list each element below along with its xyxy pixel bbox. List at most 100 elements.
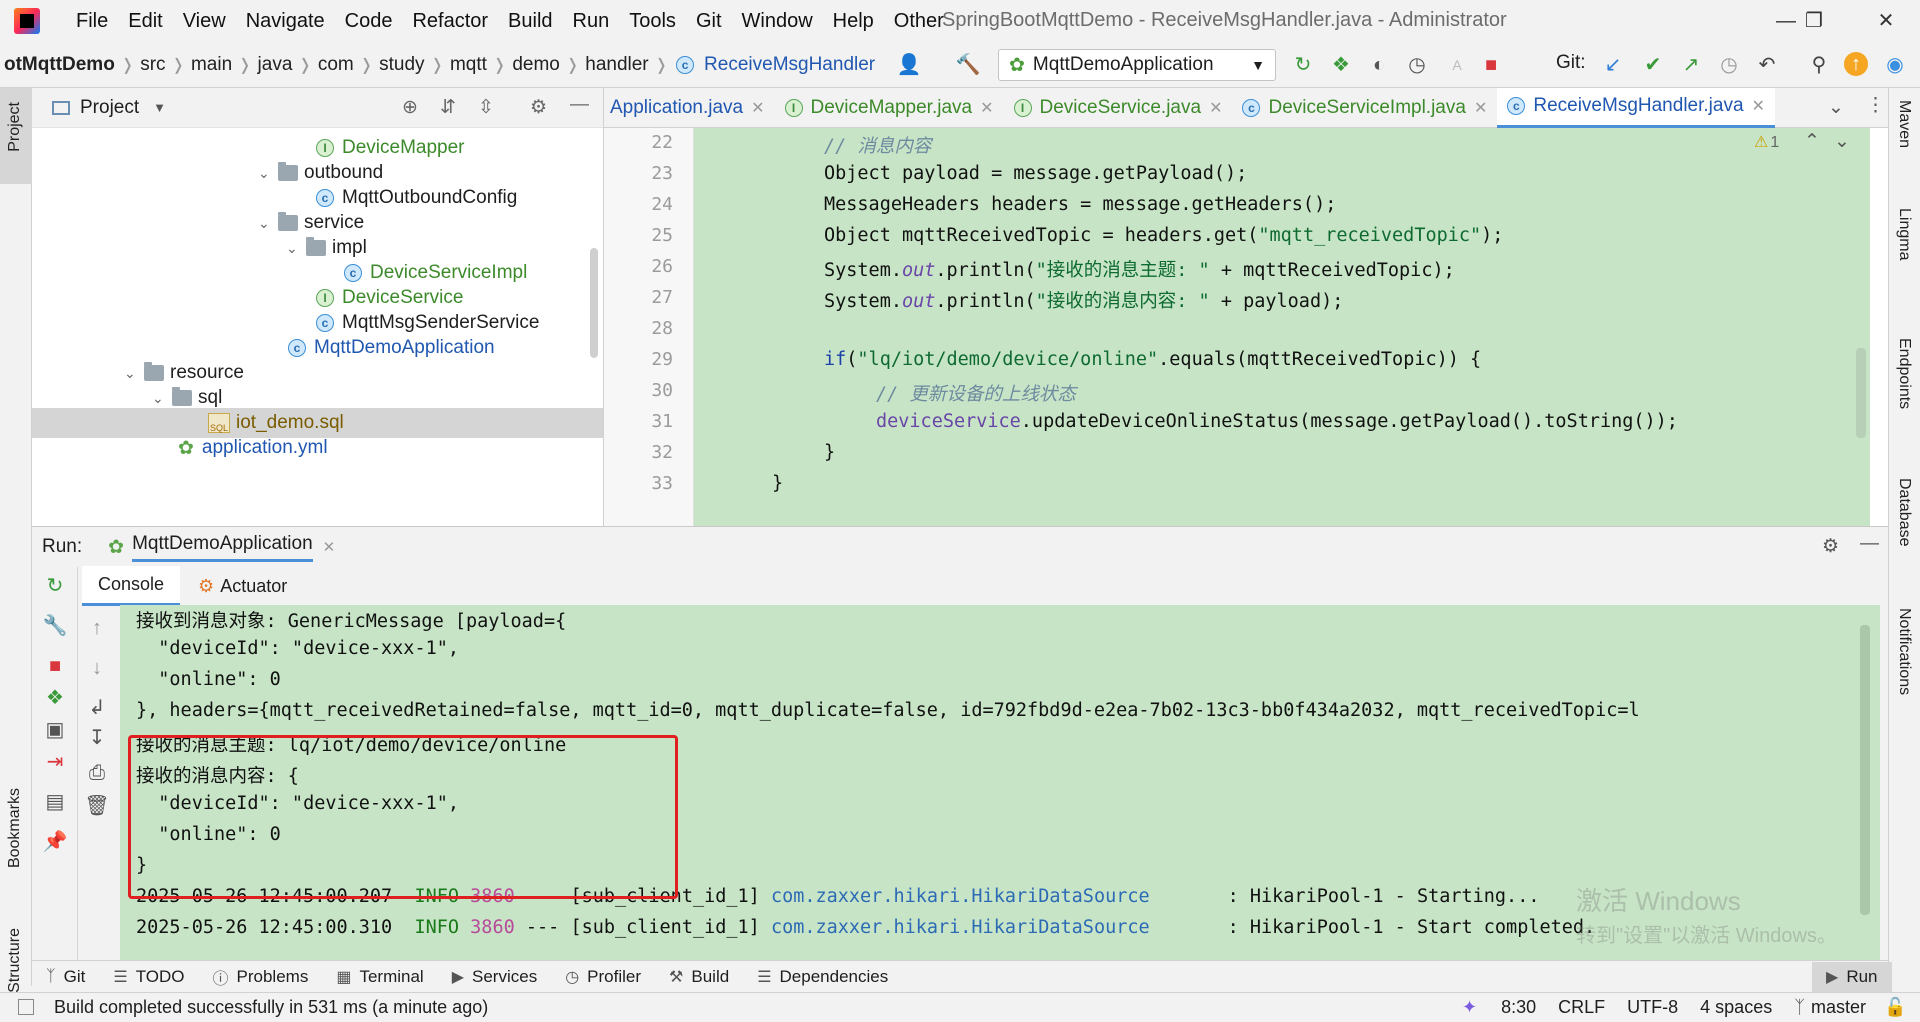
menu-file[interactable]: File [66, 10, 118, 33]
file-encoding[interactable]: UTF-8 [1627, 997, 1678, 1018]
coverage-icon[interactable]: ◐ [1366, 52, 1392, 78]
tab-actuator[interactable]: Actuator [220, 576, 287, 597]
crumb-mqtt[interactable]: mqtt [446, 54, 491, 76]
ai-assistant-icon[interactable]: ✦ [1462, 997, 1477, 1018]
log-class[interactable]: com.zaxxer.hikari.HikariDataSource [771, 886, 1150, 907]
chevron-down-icon[interactable]: ⌄ [152, 390, 172, 407]
chevron-down-icon[interactable]: ⌄ [286, 240, 306, 257]
gear-icon[interactable]: ⚙ [1822, 535, 1839, 558]
layout-icon[interactable]: ▤ [42, 789, 68, 815]
tab-deviceserviceimpl-java[interactable]: c DeviceServiceImpl.java ✕ [1232, 88, 1497, 128]
tool-services[interactable]: ▶ Services [438, 967, 552, 987]
exit-icon[interactable]: ⇥ [42, 749, 68, 775]
git-branch[interactable]: master [1811, 997, 1866, 1018]
warning-icon[interactable]: ⚠ 1 [1754, 132, 1779, 152]
git-rollback-icon[interactable]: ↶ [1754, 52, 1780, 78]
scrollbar[interactable] [1856, 348, 1866, 438]
maven-tool-button[interactable]: Maven [1895, 100, 1913, 148]
hammer-build-icon[interactable]: 🔨 [955, 52, 981, 78]
indent-setting[interactable]: 4 spaces [1700, 997, 1772, 1018]
tab-application-java[interactable]: Application.java ✕ [604, 88, 775, 128]
crumb-handler[interactable]: handler [581, 54, 652, 76]
crumb-receivemsghandler[interactable]: ReceiveMsgHandler [700, 54, 879, 76]
code-area[interactable]: // 消息内容 Object payload = message.getPayl… [694, 128, 1870, 526]
tab-console[interactable]: Console [82, 566, 181, 606]
tab-deviceservice-java[interactable]: I DeviceService.java ✕ [1004, 88, 1233, 128]
git-push-icon[interactable]: ↗ [1678, 52, 1704, 78]
chevron-down-icon[interactable]: ▼ [153, 100, 166, 115]
locate-icon[interactable]: ⊕ [402, 96, 418, 119]
chevron-down-icon[interactable]: ⌄ [258, 165, 278, 182]
tool-terminal[interactable]: ▦ Terminal [322, 967, 437, 987]
crumb-demo[interactable]: demo [508, 54, 564, 76]
chevron-up-icon[interactable]: ⌃ [1804, 130, 1820, 153]
database-tool-button[interactable]: Database [1895, 478, 1913, 547]
menu-navigate[interactable]: Navigate [236, 10, 335, 33]
restore-icon[interactable]: ❐ [1794, 6, 1834, 36]
notifications-tool-button[interactable]: Notifications [1895, 608, 1913, 695]
close-icon[interactable]: ✕ [1209, 98, 1222, 118]
git-commit-icon[interactable]: ✔ [1640, 52, 1666, 78]
endpoints-tool-button[interactable]: Endpoints [1895, 338, 1913, 409]
layout-toggle-icon[interactable] [18, 999, 34, 1015]
tree-item-mqttdemoapplication[interactable]: c MqttDemoApplication [288, 333, 495, 363]
expand-all-icon[interactable]: ⇵ [440, 96, 456, 119]
crumb-java[interactable]: java [254, 54, 297, 76]
rerun-icon[interactable]: ↻ [1290, 52, 1316, 78]
caret-position[interactable]: 8:30 [1501, 997, 1536, 1018]
tree-item-application-yml[interactable]: ✿ application.yml [178, 433, 328, 463]
status-message[interactable]: Build completed successfully in 531 ms (… [54, 997, 488, 1018]
crumb-src[interactable]: src [136, 54, 169, 76]
tool-todo[interactable]: ☰ TODO [99, 967, 198, 987]
crumb-project[interactable]: otMqttDemo [0, 54, 119, 76]
more-options-icon[interactable]: ⋮ [1866, 94, 1885, 117]
trash-icon[interactable]: 🗑 [84, 793, 110, 819]
debug-icon[interactable]: ❖ [42, 685, 68, 711]
arrow-up-icon[interactable]: ↑ [84, 615, 110, 641]
hide-panel-icon[interactable]: — [1860, 533, 1879, 555]
close-icon[interactable]: ✕ [323, 538, 336, 556]
line-separator[interactable]: CRLF [1558, 997, 1605, 1018]
rerun-icon[interactable]: ↻ [42, 573, 68, 599]
menu-git[interactable]: Git [686, 10, 732, 33]
project-tool-button[interactable]: Project [6, 102, 24, 152]
crumb-main[interactable]: main [187, 54, 236, 76]
lock-icon[interactable]: 🔓 [1884, 997, 1906, 1018]
print-icon[interactable]: ⎙ [84, 760, 110, 786]
menu-edit[interactable]: Edit [118, 10, 172, 33]
update-icon[interactable]: ↑ [1844, 52, 1868, 76]
close-icon[interactable]: ✕ [1474, 98, 1487, 118]
user-icon[interactable]: 👤 [896, 52, 922, 78]
translate-icon[interactable]: A [1444, 52, 1470, 78]
menu-build[interactable]: Build [498, 10, 562, 33]
project-panel-title[interactable]: Project [80, 97, 139, 119]
close-window-icon[interactable]: ✕ [1866, 6, 1906, 36]
profiler-run-icon[interactable]: ◷ [1404, 52, 1430, 78]
menu-window[interactable]: Window [732, 10, 823, 33]
tab-receivemsghandler-java[interactable]: c ReceiveMsgHandler.java ✕ [1497, 87, 1775, 128]
chevron-down-icon[interactable]: ⌄ [258, 215, 278, 232]
stop-icon[interactable]: ■ [42, 653, 68, 679]
run-config-select[interactable]: ✿ MqttDemoApplication ▼ [998, 49, 1276, 81]
close-icon[interactable]: ✕ [751, 98, 764, 118]
chevron-down-icon[interactable]: ⌄ [124, 365, 144, 382]
crumb-study[interactable]: study [375, 54, 428, 76]
tool-profiler[interactable]: ◷ Profiler [551, 967, 655, 987]
scrollbar[interactable] [590, 248, 598, 358]
console-output[interactable]: 接收到消息对象: GenericMessage [payload={ "devi… [120, 605, 1880, 961]
tool-run[interactable]: ▶ Run [1812, 961, 1892, 992]
hide-panel-icon[interactable]: — [570, 94, 589, 116]
close-icon[interactable]: ✕ [1752, 96, 1765, 116]
menu-refactor[interactable]: Refactor [402, 10, 498, 33]
log-class[interactable]: com.zaxxer.hikari.HikariDataSource [771, 917, 1150, 938]
git-history-icon[interactable]: ◷ [1716, 52, 1742, 78]
lingma-tool-button[interactable]: Lingma [1895, 208, 1913, 260]
intellij-logo-icon[interactable] [14, 8, 40, 34]
chevron-down-icon[interactable]: ⌄ [1834, 130, 1850, 153]
tool-git[interactable]: ᛉ Git [32, 967, 99, 987]
menu-code[interactable]: Code [335, 10, 403, 33]
bookmarks-tool-button[interactable]: Bookmarks [6, 788, 24, 868]
gear-icon[interactable]: ⚙ [530, 96, 547, 119]
soft-wrap-icon[interactable]: ↲ [84, 695, 110, 721]
menu-run[interactable]: Run [563, 10, 620, 33]
